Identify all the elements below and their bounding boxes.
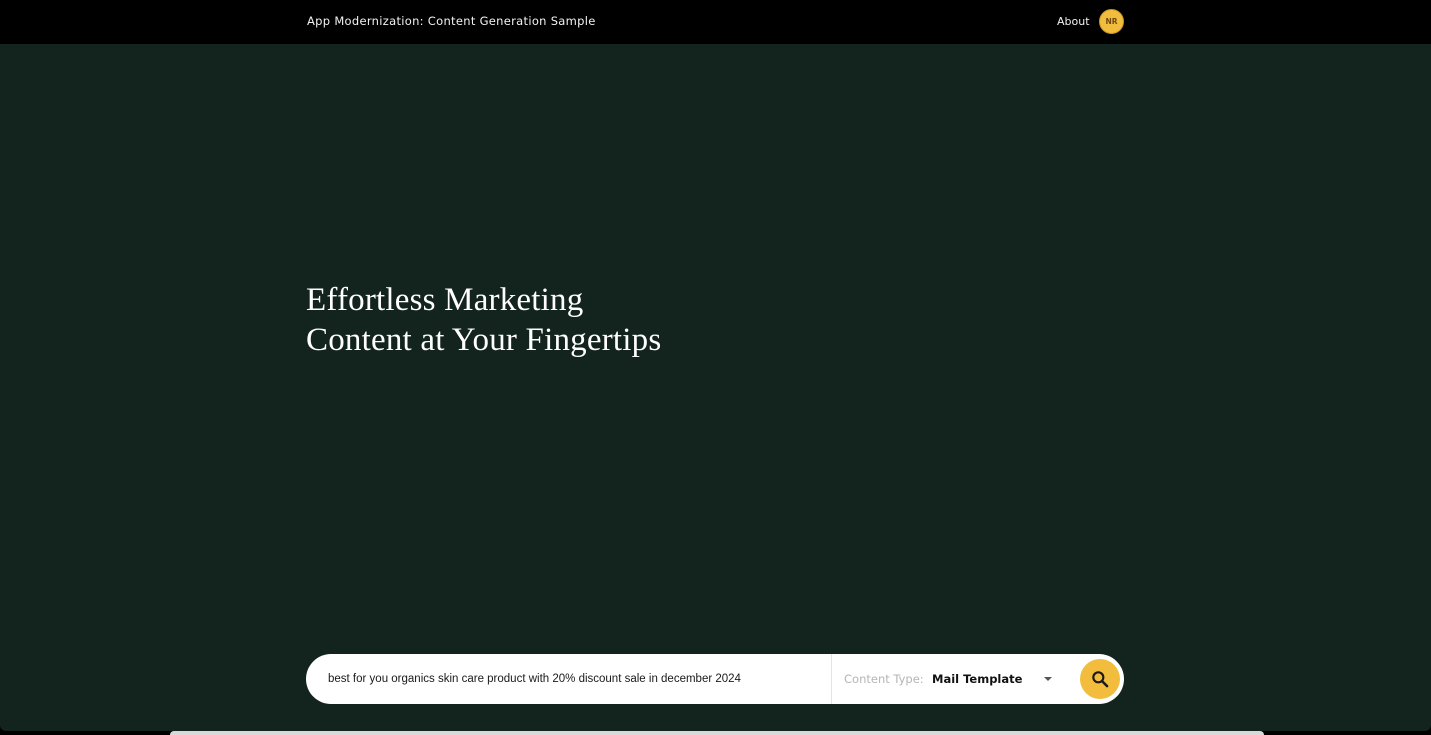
about-link[interactable]: About [1057, 15, 1090, 28]
search-icon [1092, 671, 1109, 688]
headline-line-2: Content at Your Fingertips [306, 322, 662, 358]
search-divider [831, 654, 832, 704]
prompt-search-bar: Content Type: Mail Template [306, 654, 1124, 704]
user-avatar[interactable]: NR [1099, 9, 1124, 34]
prompt-input[interactable] [328, 654, 828, 704]
app-title: App Modernization: Content Generation Sa… [307, 14, 596, 28]
content-type-value: Mail Template [932, 672, 1023, 686]
top-nav-bar: App Modernization: Content Generation Sa… [0, 0, 1431, 44]
headline-line-1: Effortless Marketing [306, 282, 584, 318]
app-window: App Modernization: Content Generation Sa… [0, 0, 1431, 735]
content-type-label: Content Type: [844, 672, 924, 686]
content-type-dropdown[interactable]: Mail Template [926, 666, 1058, 692]
main-content: Effortless Marketing Content at Your Fin… [0, 44, 1431, 731]
hero-headline: Effortless Marketing Content at Your Fin… [306, 280, 661, 360]
chevron-down-icon [1044, 677, 1052, 681]
bottom-panel-edge [170, 731, 1264, 735]
search-button[interactable] [1080, 659, 1120, 699]
avatar-initials: NR [1105, 17, 1118, 26]
